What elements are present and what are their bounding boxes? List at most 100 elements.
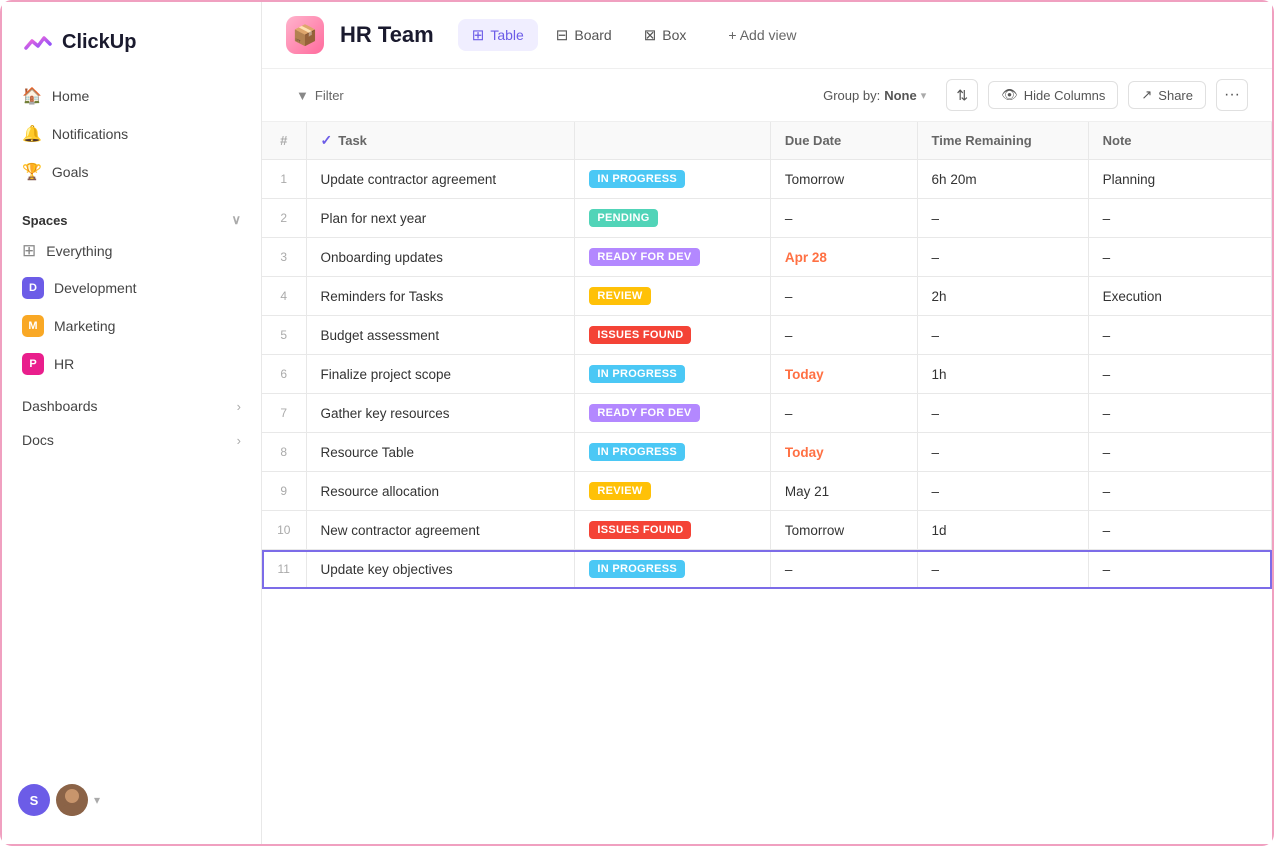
hr-avatar: P xyxy=(22,353,44,375)
col-header-timeremaining: Time Remaining xyxy=(917,122,1088,160)
row-task[interactable]: Update contractor agreement xyxy=(306,160,575,199)
status-badge: ISSUES FOUND xyxy=(589,521,691,539)
row-status[interactable]: REVIEW xyxy=(575,277,771,316)
table-row[interactable]: 1 Update contractor agreement IN PROGRES… xyxy=(262,160,1272,199)
row-task[interactable]: Update key objectives xyxy=(306,550,575,589)
sidebar-home-label: Home xyxy=(52,88,89,104)
row-num: 7 xyxy=(262,394,306,433)
row-task[interactable]: Gather key resources xyxy=(306,394,575,433)
row-time: – xyxy=(917,433,1088,472)
row-duedate: – xyxy=(770,316,917,355)
share-button[interactable]: ↗ Share xyxy=(1128,81,1206,109)
row-num: 1 xyxy=(262,160,306,199)
filter-label: Filter xyxy=(315,88,344,103)
table-row[interactable]: 10 New contractor agreement ISSUES FOUND… xyxy=(262,511,1272,550)
row-duedate: Today xyxy=(770,433,917,472)
sidebar-item-dashboards[interactable]: Dashboards › xyxy=(10,390,253,422)
row-task[interactable]: Plan for next year xyxy=(306,199,575,238)
row-time: – xyxy=(917,550,1088,589)
sidebar-item-home[interactable]: 🏠 Home xyxy=(10,78,253,114)
table-row[interactable]: 6 Finalize project scope IN PROGRESS Tod… xyxy=(262,355,1272,394)
table-row[interactable]: 9 Resource allocation REVIEW May 21 – – xyxy=(262,472,1272,511)
footer-dropdown-icon[interactable]: ▾ xyxy=(94,793,100,807)
sidebar-nav: 🏠 Home 🔔 Notifications 🏆 Goals xyxy=(2,78,261,190)
tab-table[interactable]: ⊞ Table xyxy=(458,19,538,51)
clickup-logo-icon xyxy=(22,26,54,58)
row-status[interactable]: REVIEW xyxy=(575,472,771,511)
row-task[interactable]: Resource Table xyxy=(306,433,575,472)
row-duedate: May 21 xyxy=(770,472,917,511)
sidebar-item-marketing[interactable]: M Marketing xyxy=(10,308,253,344)
sidebar-notifications-label: Notifications xyxy=(52,126,128,142)
row-num: 2 xyxy=(262,199,306,238)
table-row[interactable]: 7 Gather key resources READY FOR DEV – –… xyxy=(262,394,1272,433)
tasks-table: # ✓ Task Due Date Time Remaining Note 1 … xyxy=(262,122,1272,589)
add-view-label: + Add view xyxy=(728,27,796,43)
table-row[interactable]: 4 Reminders for Tasks REVIEW – 2h Execut… xyxy=(262,277,1272,316)
filter-icon: ▼ xyxy=(296,88,309,103)
row-note: – xyxy=(1088,433,1271,472)
filter-button[interactable]: ▼ Filter xyxy=(286,83,354,108)
sidebar-item-docs[interactable]: Docs › xyxy=(10,424,253,456)
status-badge: PENDING xyxy=(589,209,657,227)
sidebar-item-goals[interactable]: 🏆 Goals xyxy=(10,154,253,190)
hide-columns-button[interactable]: 👁 Hide Columns xyxy=(988,81,1118,109)
row-num: 3 xyxy=(262,238,306,277)
row-time: – xyxy=(917,316,1088,355)
tab-box[interactable]: ⊠ Box xyxy=(630,19,701,51)
sidebar-development-label: Development xyxy=(54,280,137,296)
row-task[interactable]: Reminders for Tasks xyxy=(306,277,575,316)
row-status[interactable]: ISSUES FOUND xyxy=(575,316,771,355)
docs-chevron-icon: › xyxy=(237,433,241,448)
row-task[interactable]: Resource allocation xyxy=(306,472,575,511)
table-row[interactable]: 5 Budget assessment ISSUES FOUND – – – xyxy=(262,316,1272,355)
table-row[interactable]: 2 Plan for next year PENDING – – – xyxy=(262,199,1272,238)
table-row[interactable]: 11 Update key objectives IN PROGRESS – –… xyxy=(262,550,1272,589)
row-task[interactable]: Finalize project scope xyxy=(306,355,575,394)
sort-button[interactable]: ⇅ xyxy=(946,79,978,111)
row-status[interactable]: IN PROGRESS xyxy=(575,550,771,589)
table-row[interactable]: 8 Resource Table IN PROGRESS Today – – xyxy=(262,433,1272,472)
sidebar-everything-label: Everything xyxy=(46,243,112,259)
status-badge: REVIEW xyxy=(589,482,650,500)
spaces-section-header: Spaces ∨ xyxy=(2,196,261,234)
row-status[interactable]: PENDING xyxy=(575,199,771,238)
sidebar-expandable-section: Dashboards › Docs › xyxy=(2,390,261,456)
status-badge: READY FOR DEV xyxy=(589,404,699,422)
row-note: – xyxy=(1088,511,1271,550)
sort-icon: ⇅ xyxy=(956,87,968,104)
sidebar-item-notifications[interactable]: 🔔 Notifications xyxy=(10,116,253,152)
status-badge: REVIEW xyxy=(589,287,650,305)
row-status[interactable]: IN PROGRESS xyxy=(575,160,771,199)
tab-board[interactable]: ⊟ Board xyxy=(542,19,626,51)
row-task[interactable]: Onboarding updates xyxy=(306,238,575,277)
row-time: 1h xyxy=(917,355,1088,394)
add-view-button[interactable]: + Add view xyxy=(716,20,808,50)
col-header-task: ✓ Task xyxy=(306,122,575,160)
row-status[interactable]: IN PROGRESS xyxy=(575,355,771,394)
more-options-button[interactable]: ··· xyxy=(1216,79,1248,111)
app-name: ClickUp xyxy=(62,31,136,54)
row-duedate: – xyxy=(770,550,917,589)
row-note: – xyxy=(1088,355,1271,394)
hide-columns-icon: 👁 xyxy=(1001,87,1018,103)
groupby-value: None xyxy=(884,88,917,103)
row-status[interactable]: READY FOR DEV xyxy=(575,238,771,277)
row-time: – xyxy=(917,238,1088,277)
row-task[interactable]: Budget assessment xyxy=(306,316,575,355)
row-status[interactable]: IN PROGRESS xyxy=(575,433,771,472)
table-tab-label: Table xyxy=(490,27,523,43)
table-container: # ✓ Task Due Date Time Remaining Note 1 … xyxy=(262,122,1272,844)
sidebar-item-everything[interactable]: ⊞ Everything xyxy=(10,234,253,268)
row-duedate: – xyxy=(770,277,917,316)
hide-columns-label: Hide Columns xyxy=(1024,88,1106,103)
row-task[interactable]: New contractor agreement xyxy=(306,511,575,550)
row-status[interactable]: READY FOR DEV xyxy=(575,394,771,433)
sidebar-item-hr[interactable]: P HR xyxy=(10,346,253,382)
row-status[interactable]: ISSUES FOUND xyxy=(575,511,771,550)
box-tab-icon: ⊠ xyxy=(644,26,657,44)
status-badge: IN PROGRESS xyxy=(589,560,685,578)
groupby-button[interactable]: Group by: None ▾ xyxy=(813,83,936,108)
table-row[interactable]: 3 Onboarding updates READY FOR DEV Apr 2… xyxy=(262,238,1272,277)
sidebar-item-development[interactable]: D Development xyxy=(10,270,253,306)
